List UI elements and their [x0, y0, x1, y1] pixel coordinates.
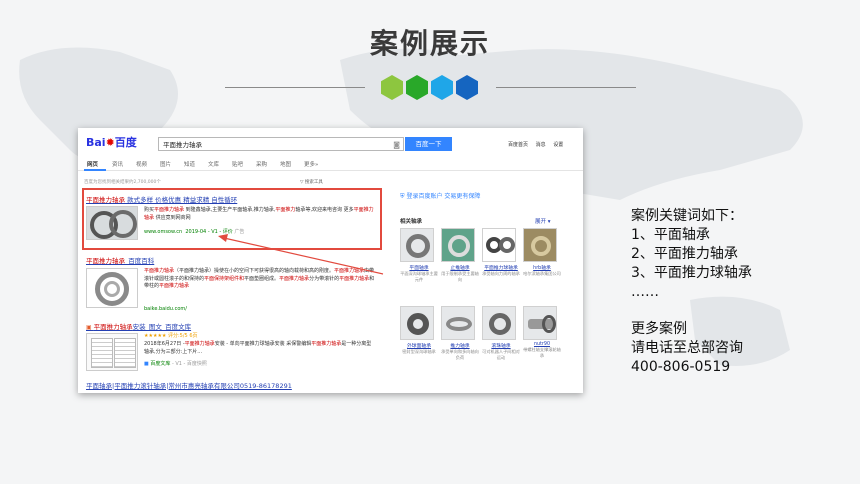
tab-news[interactable]: 资讯: [112, 160, 123, 168]
search-input-value: 平面推力轴承: [163, 141, 202, 149]
active-tab-underline: [84, 169, 106, 171]
search-button[interactable]: 百度一下: [405, 137, 452, 151]
keyword-item: 3、平面推力球轴承: [631, 265, 752, 281]
ad-title-keyword: 平面推力轴承: [86, 196, 125, 204]
baike-thumbnail[interactable]: [86, 268, 138, 308]
filter-icon: ▽: [300, 180, 304, 185]
baidu-logo[interactable]: Bai✹百度: [86, 134, 137, 150]
related-item[interactable]: 滚珠轴承 可对机器人子间相对运动: [482, 306, 520, 360]
keyword-list: 案例关键词如下： 1、平面轴承 2、平面推力轴承 3、平面推力球轴承 ……: [631, 207, 752, 302]
ad-result-title[interactable]: 平面推力轴承 款式多样 价格优惠 精益求精 自性循环: [86, 194, 237, 204]
wenku-result-title[interactable]: ▣ 平面推力轴承安装_图文_百度文库: [86, 321, 191, 331]
ad-title-rest: 款式多样 价格优惠 精益求精 自性循环: [125, 196, 238, 204]
keyword-item: 2、平面推力轴承: [631, 246, 738, 262]
search-tabs: 网页 资讯 视频 图片 知道 文库 贴吧 采购 地图 更多»: [78, 158, 583, 171]
settings-link[interactable]: 设置: [553, 142, 563, 148]
contact-instruction: 请电话至总部咨询: [631, 340, 743, 356]
document-page-image: [114, 338, 136, 368]
bearing-image: [482, 306, 516, 340]
hexagon-icon: [431, 75, 453, 100]
ad-result-snippet: 购买平面推力轴承 到隆鑫轴承,主要生产平面轴承,推力轴承,平面推力轴承等,欢迎来…: [144, 207, 374, 221]
login-promo-text: 登录百度账户 交易更有保障: [406, 193, 481, 200]
chevron-down-icon: ▾: [547, 219, 551, 225]
wenku-result-url[interactable]: ■ 百度文库 - V1 - 百度快照: [144, 360, 207, 367]
search-input[interactable]: 平面推力轴承 ◙: [158, 137, 404, 151]
search-tools-label: 搜索工具: [304, 180, 323, 185]
phone-number: 400-806-0519: [631, 359, 731, 375]
baike-result-title[interactable]: 平面推力轴承_百度百科: [86, 255, 154, 265]
tab-web[interactable]: 网页: [87, 160, 98, 168]
result-count: 百度为您找到相关结果约2,700,000个: [84, 180, 161, 185]
home-link[interactable]: 百度首页: [508, 142, 528, 148]
related-heading: 相关轴承: [400, 219, 423, 225]
tab-zhidao[interactable]: 知道: [184, 160, 195, 168]
baike-result-snippet: 平面推力轴承（平面推力轴承）操使在小的空间下可获得很高的轴向载荷和高的刚度。平面…: [144, 268, 375, 289]
search-tools-button[interactable]: ▽ 搜索工具: [300, 179, 323, 185]
bottom-result-title[interactable]: 平面轴承|平面推力滚针轴承|常州市惠亮轴承有限公司0519-86178291: [86, 380, 292, 390]
page-title: 案例展示: [369, 27, 490, 60]
search-screenshot: Bai✹百度 平面推力轴承 ◙ 百度一下 百度首页 消息 设置 网页 资讯 视频…: [78, 128, 583, 393]
bearing-image: [523, 228, 557, 262]
tab-tieba[interactable]: 贴吧: [232, 160, 243, 168]
tab-purchase[interactable]: 采购: [256, 160, 267, 168]
related-item[interactable]: 外球面轴承 密封型深沟球轴承: [400, 306, 438, 355]
tab-images[interactable]: 图片: [160, 160, 171, 168]
hexagon-decoration: [381, 75, 481, 103]
related-item[interactable]: 平面推力球轴承 承受轴向力周的轴承: [482, 228, 520, 277]
ad-result-url[interactable]: www.omsow.cn 2019-04 - V1 - 评价 广告: [144, 228, 244, 235]
related-item[interactable]: 平面轴承 平面深沟球轴承主要元件: [400, 228, 438, 282]
keyword-ellipsis: ……: [631, 284, 659, 300]
baidu-logo-cn: 百度: [114, 136, 137, 149]
tab-video[interactable]: 视频: [136, 160, 147, 168]
hexagon-icon: [381, 75, 403, 100]
login-promo[interactable]: ⛨ 登录百度账户 交易更有保障: [400, 191, 480, 201]
wenku-source-icon: ■: [144, 361, 149, 367]
bearing-image: [400, 306, 434, 340]
ad-thumbnail[interactable]: [86, 206, 138, 240]
related-item[interactable]: nutr90 带螺柱轴支撑滚轮轴承: [523, 306, 561, 358]
wenku-thumbnail[interactable]: [86, 333, 138, 371]
title-divider-right: [496, 87, 636, 88]
shield-icon: ⛨: [400, 193, 405, 200]
tab-more[interactable]: 更多»: [304, 160, 318, 168]
bearing-image: [441, 306, 475, 340]
baidu-logo-text: Bai: [86, 136, 106, 149]
message-link[interactable]: 消息: [536, 142, 546, 148]
more-cases-label: 更多案例: [631, 321, 687, 337]
bearing-image: [104, 281, 120, 297]
title-divider-left: [225, 87, 365, 88]
tab-wenku[interactable]: 文库: [208, 160, 219, 168]
related-item[interactable]: 推力轴承 承受单向和多向轴向负荷: [441, 306, 479, 360]
top-links: 百度首页 消息 设置: [508, 141, 569, 148]
keyword-heading: 案例关键词如下：: [631, 208, 743, 224]
related-item[interactable]: 止推轴承 用于限制承受主要轴向: [441, 228, 479, 282]
expand-button[interactable]: 展开 ▾: [535, 217, 551, 225]
wenku-rating: ★★★★★ 评分:5/5 6页: [144, 333, 198, 339]
baike-result-url[interactable]: baike.baidu.com/: [144, 306, 187, 312]
bearing-image: [441, 228, 475, 262]
related-item[interactable]: hrb轴承 哈尔滨轴承集团公司: [523, 228, 561, 277]
hexagon-icon: [456, 75, 478, 100]
paw-icon: ✹: [105, 136, 115, 149]
hexagon-icon: [406, 75, 428, 100]
tab-map[interactable]: 地图: [280, 160, 291, 168]
bearing-image: [109, 210, 137, 238]
keyword-item: 1、平面轴承: [631, 227, 710, 243]
document-page-image: [91, 338, 113, 368]
contact-block: 更多案例 请电话至总部咨询 400-806-0519: [631, 320, 743, 377]
camera-icon[interactable]: ◙: [393, 138, 400, 152]
baidu-header: Bai✹百度 平面推力轴承 ◙ 百度一下 百度首页 消息 设置: [78, 128, 583, 152]
wenku-result-snippet: 2018年6月27日 -平面推力轴承安装 - 单向平面推力球轴承安装 采保警编辑…: [144, 341, 372, 355]
bearing-image: [523, 306, 557, 340]
bearing-image: [482, 228, 516, 262]
bearing-image: [400, 228, 434, 262]
expand-label: 展开: [535, 219, 547, 225]
doc-icon: ▣: [86, 324, 94, 331]
